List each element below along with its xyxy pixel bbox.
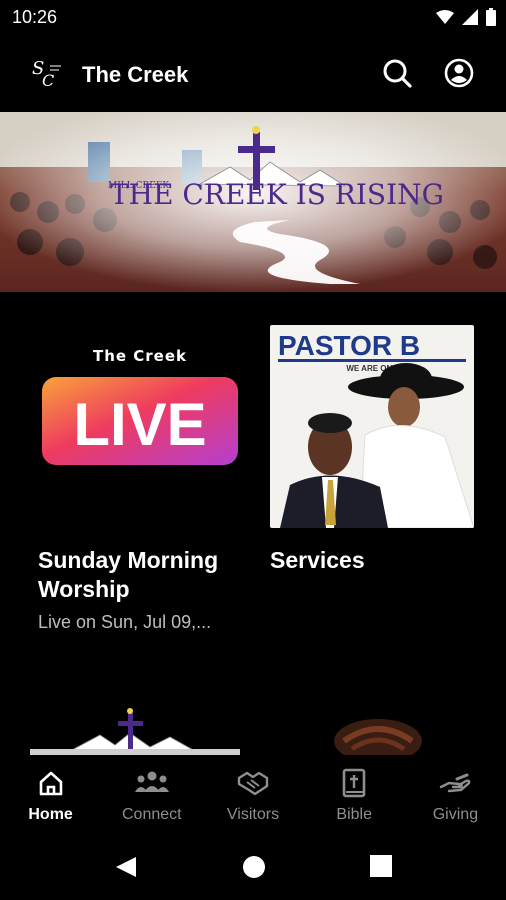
nav-item-home[interactable]: Home bbox=[0, 755, 101, 835]
card-title: Sunday Morning Worship bbox=[38, 547, 219, 602]
system-navigation-bar bbox=[0, 835, 506, 900]
nav-item-visitors[interactable]: Visitors bbox=[202, 755, 303, 835]
bottom-navigation: Home Connect Visitors Bible Giving bbox=[0, 755, 506, 835]
live-header-text: The Creek bbox=[93, 347, 187, 365]
live-badge-text: LIVE bbox=[73, 391, 206, 458]
account-circle-icon bbox=[444, 58, 474, 88]
bible-icon bbox=[337, 768, 371, 798]
app-title: The Creek bbox=[82, 62, 189, 87]
status-bar: 10:26 bbox=[0, 0, 506, 36]
svg-text:C: C bbox=[42, 71, 54, 90]
battery-icon bbox=[486, 8, 496, 26]
hero-image: THE CREEK IS RISING MILL CREEK bbox=[0, 112, 506, 292]
status-icons bbox=[436, 8, 496, 26]
creek-logo-image bbox=[30, 705, 240, 757]
search-button[interactable] bbox=[380, 56, 414, 90]
hero-banner[interactable]: THE CREEK IS RISING MILL CREEK bbox=[0, 112, 506, 292]
nav-item-connect[interactable]: Connect bbox=[101, 755, 202, 835]
nav-item-giving[interactable]: Giving bbox=[405, 755, 506, 835]
signal-icon bbox=[462, 9, 478, 25]
card-image-live: The Creek LIVE bbox=[38, 325, 242, 528]
handshake-icon bbox=[236, 768, 270, 798]
group-icon bbox=[134, 768, 169, 798]
home-circle-icon[interactable] bbox=[242, 855, 266, 879]
card-peek-prayer[interactable] bbox=[300, 705, 450, 757]
status-time: 10:26 bbox=[12, 7, 58, 27]
account-button[interactable] bbox=[442, 56, 476, 90]
church-logo-icon: S C bbox=[32, 58, 61, 90]
nav-label: Visitors bbox=[226, 806, 280, 823]
search-icon bbox=[383, 59, 412, 88]
card-sunday-worship[interactable]: The Creek LIVE Sunday Morning Worship Li… bbox=[38, 325, 242, 633]
giving-hand-icon bbox=[438, 768, 472, 798]
home-icon bbox=[34, 768, 68, 798]
card-services[interactable]: PASTOR B WE ARE ONE Services bbox=[270, 325, 474, 575]
praying-hands-image bbox=[300, 705, 450, 757]
nav-label: Connect bbox=[122, 806, 182, 823]
nav-label: Home bbox=[28, 806, 73, 823]
nav-item-bible[interactable]: Bible bbox=[304, 755, 405, 835]
pastor-header-text: PASTOR B bbox=[278, 330, 420, 361]
recents-icon[interactable] bbox=[370, 855, 392, 877]
hero-small-text: MILL CREEK bbox=[108, 181, 169, 191]
card-peek-creek[interactable] bbox=[30, 705, 240, 757]
wifi-icon bbox=[436, 10, 454, 24]
card-subtitle: Live on Sun, Jul 09,... bbox=[38, 612, 212, 632]
app-bar: S C The Creek bbox=[0, 36, 506, 112]
card-image-pastor: PASTOR B WE ARE ONE bbox=[270, 325, 474, 528]
card-title: Services bbox=[270, 547, 365, 573]
nav-label: Giving bbox=[432, 806, 479, 823]
back-icon[interactable] bbox=[114, 855, 138, 879]
nav-label: Bible bbox=[336, 806, 372, 823]
